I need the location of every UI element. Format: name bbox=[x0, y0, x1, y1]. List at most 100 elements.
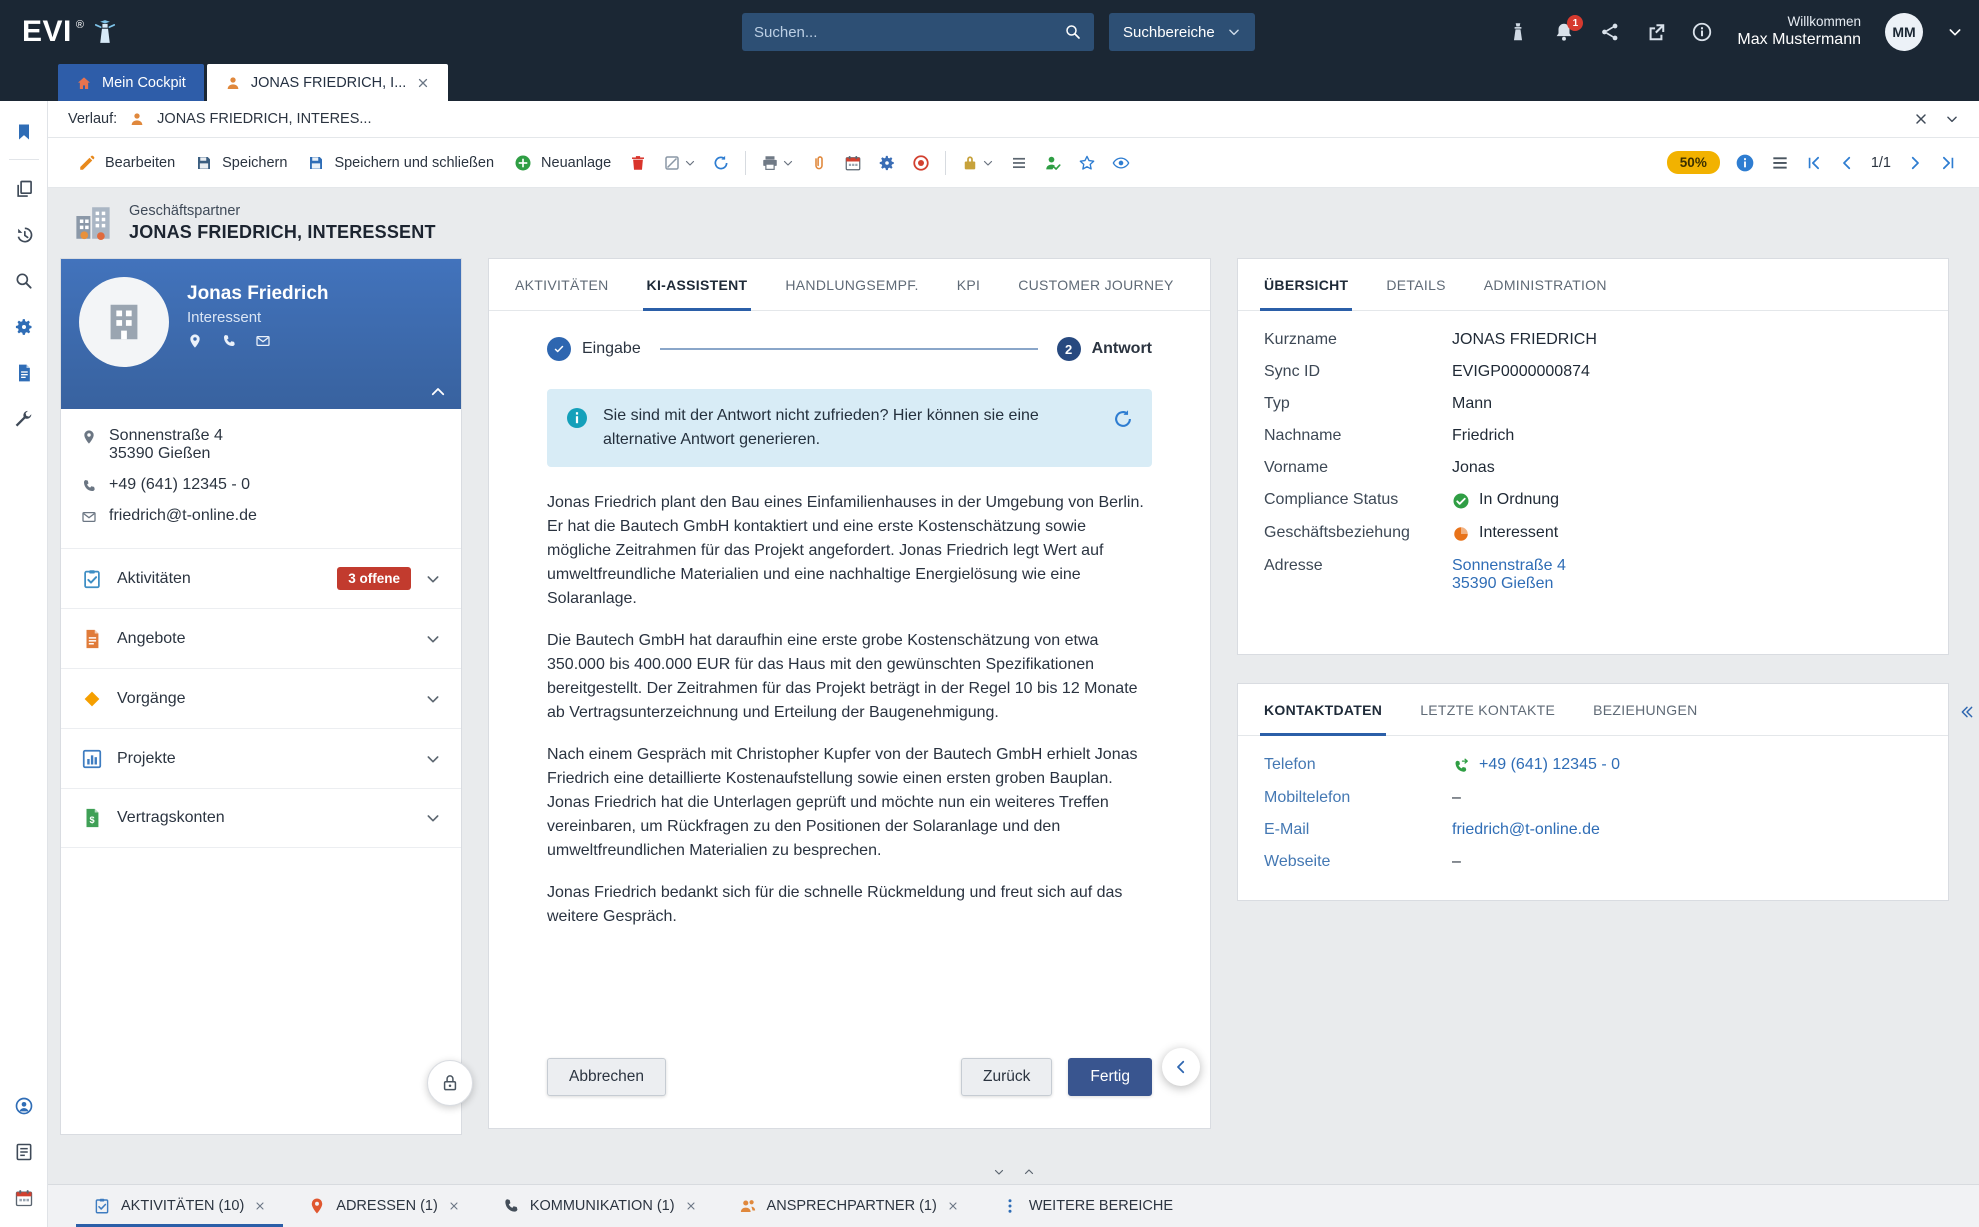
section-projekte[interactable]: Projekte bbox=[61, 728, 461, 788]
tab-kpi[interactable]: KPI bbox=[957, 259, 980, 310]
revert-button[interactable] bbox=[655, 154, 704, 172]
step-eingabe-done-icon[interactable] bbox=[547, 337, 571, 361]
search-areas-dropdown[interactable]: Suchbereiche bbox=[1109, 13, 1255, 51]
data-quality-badge[interactable]: 50% bbox=[1667, 151, 1720, 174]
tab-aktivitaeten[interactable]: AKTIVITÄTEN bbox=[515, 259, 609, 310]
lock-button[interactable] bbox=[953, 154, 1002, 172]
tab-uebersicht[interactable]: ÜBERSICHT bbox=[1264, 259, 1348, 310]
save-and-close-button[interactable]: Speichern und schließen bbox=[297, 154, 504, 172]
gear-icon[interactable] bbox=[4, 304, 44, 350]
address-link-line-1[interactable]: Sonnenstraße 4 bbox=[1452, 557, 1566, 575]
location-pin-icon[interactable] bbox=[187, 333, 203, 349]
support-icon[interactable] bbox=[4, 1083, 44, 1129]
collapse-panel-button[interactable] bbox=[1162, 1048, 1200, 1086]
mail-icon[interactable] bbox=[255, 333, 271, 349]
close-tab-icon[interactable] bbox=[685, 1200, 697, 1212]
lock-record-button[interactable] bbox=[427, 1060, 473, 1106]
chevron-down-icon[interactable] bbox=[993, 1166, 1005, 1178]
cancel-button[interactable]: Abbrechen bbox=[547, 1058, 666, 1096]
tab-customer-journey[interactable]: CUSTOMER JOURNEY bbox=[1018, 259, 1173, 310]
bottom-tab-weitere-bereiche[interactable]: WEITERE BEREICHE bbox=[980, 1185, 1194, 1227]
app-logo[interactable]: EVI ® bbox=[22, 17, 118, 47]
note-icon[interactable] bbox=[4, 1129, 44, 1175]
delete-button[interactable] bbox=[621, 154, 655, 172]
address-link-line-2[interactable]: 35390 Gießen bbox=[1452, 575, 1566, 593]
close-tab-icon[interactable] bbox=[416, 76, 430, 90]
close-tab-icon[interactable] bbox=[947, 1200, 959, 1212]
bottom-tab-adressen[interactable]: ADRESSEN (1) bbox=[287, 1185, 481, 1227]
menu-icon[interactable] bbox=[1770, 153, 1790, 173]
advanced-search-icon[interactable] bbox=[4, 258, 44, 304]
expand-side-panel-button[interactable] bbox=[1959, 704, 1975, 720]
print-button[interactable] bbox=[753, 154, 802, 172]
info-icon[interactable] bbox=[1735, 153, 1755, 173]
close-history-icon[interactable] bbox=[1913, 111, 1929, 127]
global-search[interactable] bbox=[742, 13, 1094, 51]
appointment-button[interactable] bbox=[836, 154, 870, 172]
report-icon[interactable] bbox=[4, 350, 44, 396]
open-in-new-window-icon[interactable] bbox=[1645, 21, 1667, 43]
regenerate-answer-icon[interactable] bbox=[1112, 408, 1134, 430]
share-icon[interactable] bbox=[1599, 21, 1621, 43]
history-icon[interactable] bbox=[4, 212, 44, 258]
finish-button[interactable]: Fertig bbox=[1068, 1058, 1152, 1096]
close-tab-icon[interactable] bbox=[448, 1200, 460, 1212]
watch-button[interactable] bbox=[1104, 154, 1138, 172]
chevron-up-icon[interactable] bbox=[1023, 1166, 1035, 1178]
tab-details[interactable]: DETAILS bbox=[1386, 259, 1445, 310]
history-current-item[interactable]: JONAS FRIEDRICH, INTERES... bbox=[157, 111, 371, 127]
tower-icon[interactable] bbox=[1507, 21, 1529, 43]
search-icon[interactable] bbox=[1064, 23, 1082, 41]
edit-button[interactable]: Bearbeiten bbox=[68, 154, 185, 172]
calendar-icon[interactable] bbox=[4, 1175, 44, 1221]
attachment-button[interactable] bbox=[802, 154, 836, 172]
services-button[interactable] bbox=[870, 154, 904, 172]
copy-icon[interactable] bbox=[4, 166, 44, 212]
help-icon[interactable] bbox=[1691, 21, 1713, 43]
last-page-icon[interactable] bbox=[1939, 154, 1957, 172]
section-aktivitaeten[interactable]: Aktivitäten 3 offene bbox=[61, 548, 461, 608]
assign-person-button[interactable] bbox=[1036, 154, 1070, 172]
search-input[interactable] bbox=[754, 24, 1064, 41]
collapse-profile-button[interactable] bbox=[429, 383, 447, 401]
profile-avatar[interactable] bbox=[79, 277, 169, 367]
queue-button[interactable] bbox=[1002, 154, 1036, 172]
step-antwort-number[interactable]: 2 bbox=[1057, 337, 1081, 361]
campaign-button[interactable] bbox=[904, 154, 938, 172]
history-dropdown-chevron-icon[interactable] bbox=[1945, 112, 1959, 126]
email-link[interactable]: friedrich@t-online.de bbox=[1452, 821, 1600, 839]
tab-jonas-friedrich[interactable]: JONAS FRIEDRICH, I... bbox=[207, 64, 449, 101]
section-angebote[interactable]: Angebote bbox=[61, 608, 461, 668]
tab-handlungsempf[interactable]: HANDLUNGSEMPF. bbox=[785, 259, 918, 310]
tab-beziehungen[interactable]: BEZIEHUNGEN bbox=[1593, 684, 1697, 735]
user-menu-chevron-icon[interactable] bbox=[1947, 24, 1963, 40]
bottom-tab-ansprechpartner[interactable]: ANSPRECHPARTNER (1) bbox=[718, 1185, 980, 1227]
tab-ki-assistent[interactable]: KI-ASSISTENT bbox=[647, 259, 748, 310]
back-button[interactable]: Zurück bbox=[961, 1058, 1052, 1096]
notifications-button[interactable]: 1 bbox=[1553, 21, 1575, 43]
favorite-button[interactable] bbox=[1070, 154, 1104, 172]
create-new-button[interactable]: Neuanlage bbox=[504, 154, 621, 172]
phone-number[interactable]: +49 (641) 12345 - 0 bbox=[109, 476, 250, 494]
refresh-button[interactable] bbox=[704, 154, 738, 172]
first-page-icon[interactable] bbox=[1805, 154, 1823, 172]
tab-mein-cockpit[interactable]: Mein Cockpit bbox=[58, 64, 204, 101]
bookmark-icon[interactable] bbox=[4, 109, 44, 155]
email-address[interactable]: friedrich@t-online.de bbox=[109, 507, 257, 525]
phone-icon[interactable] bbox=[221, 333, 237, 349]
wrench-icon[interactable] bbox=[4, 396, 44, 442]
section-vorgaenge[interactable]: Vorgänge bbox=[61, 668, 461, 728]
section-vertragskonten[interactable]: Vertragskonten bbox=[61, 788, 461, 848]
tab-administration[interactable]: ADMINISTRATION bbox=[1484, 259, 1607, 310]
user-avatar[interactable]: MM bbox=[1885, 13, 1923, 51]
previous-page-icon[interactable] bbox=[1838, 154, 1856, 172]
next-page-icon[interactable] bbox=[1906, 154, 1924, 172]
close-tab-icon[interactable] bbox=[254, 1200, 266, 1212]
phone-link[interactable]: +49 (641) 12345 - 0 bbox=[1479, 756, 1620, 774]
bottom-tab-kommunikation[interactable]: KOMMUNIKATION (1) bbox=[481, 1185, 718, 1227]
save-button[interactable]: Speichern bbox=[185, 154, 297, 172]
tab-kontaktdaten[interactable]: KONTAKTDATEN bbox=[1264, 684, 1382, 735]
tab-letzte-kontakte[interactable]: LETZTE KONTAKTE bbox=[1420, 684, 1555, 735]
bottom-tab-aktivitaeten[interactable]: AKTIVITÄTEN (10) bbox=[72, 1185, 287, 1227]
phone-forward-icon[interactable] bbox=[1452, 757, 1470, 775]
